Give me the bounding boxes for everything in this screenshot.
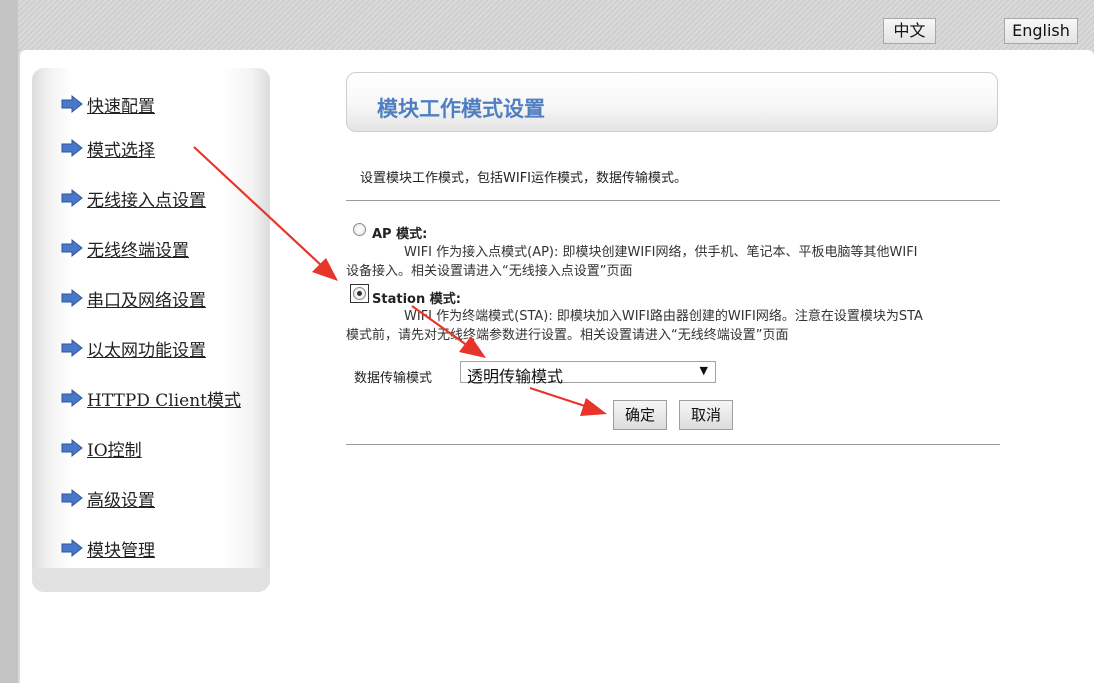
ap-mode-desc-line2: 设备接入。相关设置请进入“无线接入点设置”页面 <box>346 264 633 279</box>
sidebar-item-label[interactable]: 无线接入点设置 <box>87 186 206 211</box>
transfer-mode-label: 数据传输模式 <box>354 371 433 386</box>
transfer-mode-select[interactable]: 透明传输模式 ▼ <box>460 361 716 386</box>
right-arrow-icon <box>61 488 83 508</box>
sidebar-item-quick-setup[interactable]: 快速配置 <box>60 91 155 117</box>
sidebar-item-label[interactable]: 模式选择 <box>87 136 155 161</box>
right-arrow-icon <box>61 138 83 158</box>
station-mode-radio[interactable] <box>353 287 366 300</box>
ap-mode-label[interactable]: AP 模式: <box>372 223 427 242</box>
transfer-mode-value: 透明传输模式 <box>467 367 564 386</box>
sidebar-item-label[interactable]: 模块管理 <box>87 536 155 561</box>
right-arrow-icon <box>61 238 83 258</box>
divider-bottom <box>346 444 1000 445</box>
right-arrow-icon <box>61 94 83 114</box>
sidebar-item-ethernet[interactable]: 以太网功能设置 <box>60 335 206 361</box>
station-mode-label[interactable]: Station 模式: <box>372 288 461 307</box>
page-description: 设置模块工作模式，包括WIFI运作模式，数据传输模式。 <box>360 171 687 186</box>
sidebar-item-httpd-client[interactable]: HTTPD Client模式 <box>60 385 241 411</box>
right-arrow-icon <box>61 538 83 558</box>
divider-top <box>346 200 1000 201</box>
left-edge-strip <box>0 0 18 683</box>
language-english-button[interactable]: English <box>1004 18 1078 44</box>
right-arrow-icon <box>61 388 83 408</box>
confirm-button[interactable]: 确定 <box>613 400 667 430</box>
right-arrow-icon <box>61 288 83 308</box>
sidebar-item-label[interactable]: 以太网功能设置 <box>87 336 206 361</box>
language-chinese-button[interactable]: 中文 <box>883 18 936 44</box>
sidebar-item-module-management[interactable]: 模块管理 <box>60 535 155 561</box>
cancel-button[interactable]: 取消 <box>679 400 733 430</box>
right-arrow-icon <box>61 338 83 358</box>
station-mode-desc-line1: WIFI 作为终端模式(STA): 即模块加入WIFI路由器创建的WIFI网络。… <box>404 309 923 324</box>
ap-mode-radio[interactable] <box>353 223 366 236</box>
sidebar-item-label[interactable]: HTTPD Client模式 <box>87 386 241 411</box>
sidebar-item-io-control[interactable]: IO控制 <box>60 435 142 461</box>
sidebar-item-serial-network[interactable]: 串口及网络设置 <box>60 285 206 311</box>
sidebar-item-label[interactable]: 快速配置 <box>87 92 155 117</box>
chevron-down-icon: ▼ <box>699 364 708 377</box>
sidebar-item-advanced[interactable]: 高级设置 <box>60 485 155 511</box>
title-panel: 模块工作模式设置 <box>346 72 998 132</box>
sidebar-item-sta-settings[interactable]: 无线终端设置 <box>60 235 189 261</box>
right-arrow-icon <box>61 438 83 458</box>
right-arrow-icon <box>61 188 83 208</box>
ap-mode-desc-line1: WIFI 作为接入点模式(AP): 即模块创建WIFI网络，供手机、笔记本、平板… <box>404 245 918 260</box>
sidebar-item-label[interactable]: 无线终端设置 <box>87 236 189 261</box>
sidebar-item-ap-settings[interactable]: 无线接入点设置 <box>60 185 206 211</box>
sidebar-item-label[interactable]: 串口及网络设置 <box>87 286 206 311</box>
station-mode-desc-line2: 模式前，请先对无线终端参数进行设置。相关设置请进入“无线终端设置”页面 <box>346 328 789 343</box>
sidebar-item-label[interactable]: IO控制 <box>87 436 142 461</box>
sidebar-item-mode-select[interactable]: 模式选择 <box>60 135 155 161</box>
sidebar-footer <box>32 568 270 592</box>
sidebar: 快速配置 模式选择 无线接入点设置 无线终端设置 串口及网络设置 以太网功能设置… <box>32 68 270 592</box>
sidebar-item-label[interactable]: 高级设置 <box>87 486 155 511</box>
page-title: 模块工作模式设置 <box>377 97 545 121</box>
